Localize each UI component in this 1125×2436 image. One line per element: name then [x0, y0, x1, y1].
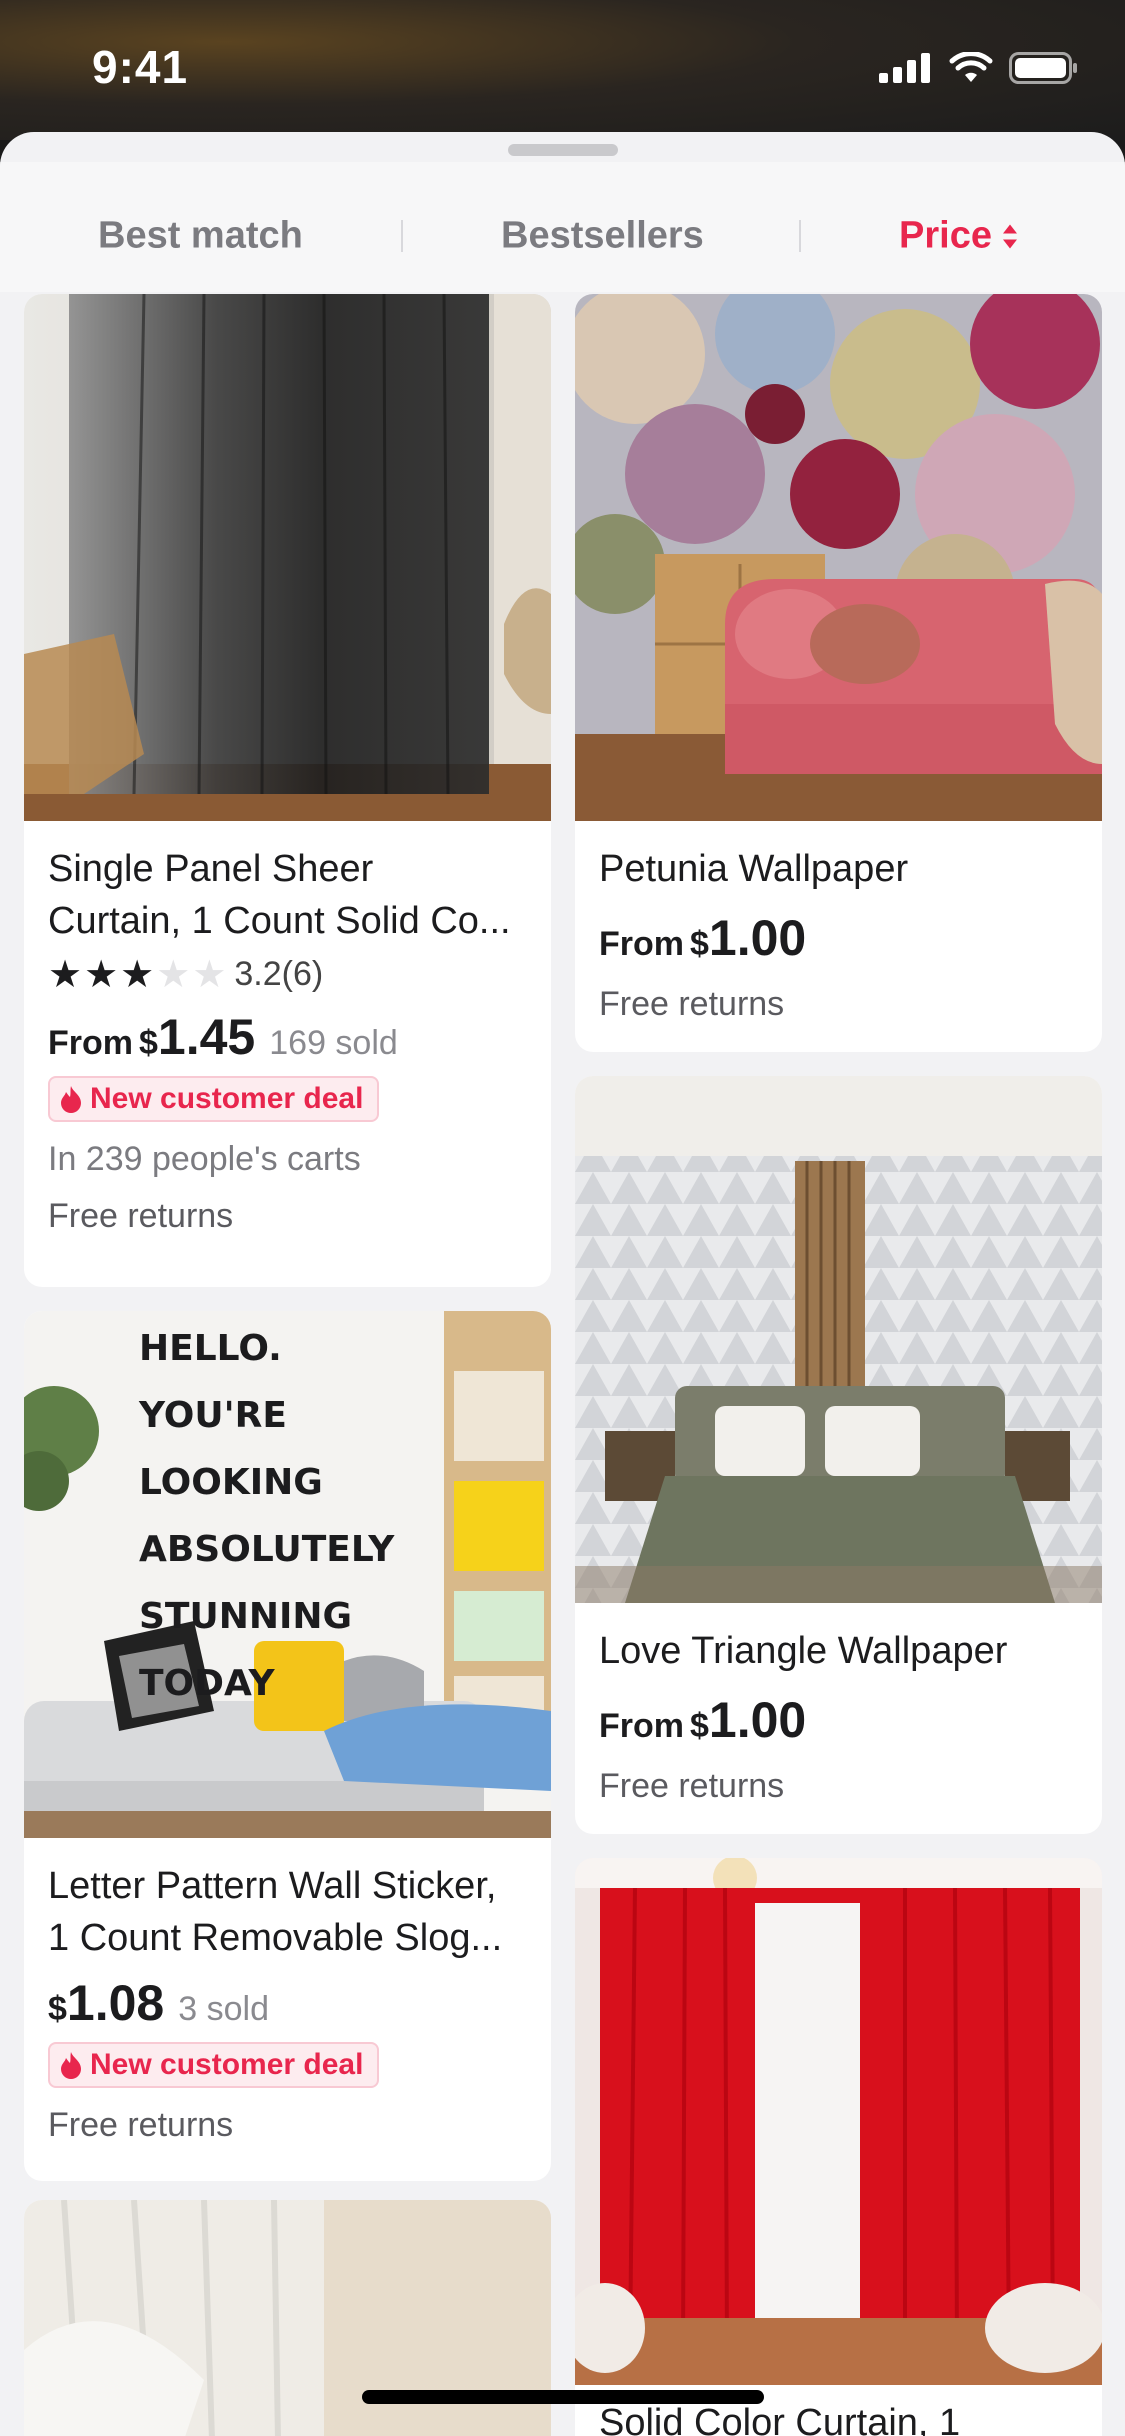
sort-divider [401, 220, 403, 252]
star-filled-icon: ★ [48, 953, 83, 996]
new-customer-deal-badge: New customer deal [48, 1076, 380, 1122]
product-card[interactable]: Petunia Wallpaper From $ 1.00 Free retur… [575, 294, 1102, 1052]
product-card[interactable]: Solid Color Curtain, 1 [575, 1858, 1102, 2436]
new-customer-deal-badge: New customer deal [48, 2042, 380, 2088]
star-empty-icon: ★ [192, 953, 227, 996]
product-card[interactable]: HELLO. YOU'RE LOOKING ABSOLUTELY STUNNIN… [24, 1311, 551, 2181]
price-row: From $ 1.00 [599, 1691, 1078, 1749]
cellular-signal-icon [879, 53, 930, 83]
price: 1.45 [157, 1009, 256, 1065]
product-rating: ★ ★ ★ ★ ★ 3.2 (6) [48, 955, 527, 994]
product-image[interactable] [575, 294, 1102, 821]
rating-value: 3.2 [234, 955, 282, 993]
currency: $ [690, 1707, 709, 1745]
free-returns: Free returns [599, 1767, 785, 1805]
product-title: Love Triangle Wallpaper [599, 1630, 1008, 1672]
flame-icon [61, 2052, 81, 2079]
product-title: Single Panel Sheer [48, 848, 374, 890]
wifi-icon [949, 52, 993, 82]
free-returns: Free returns [48, 1197, 234, 1235]
sort-bar: Best match Bestsellers Price [0, 162, 1125, 292]
price: 1.00 [708, 1692, 807, 1748]
price-prefix: From [599, 925, 684, 963]
tab-price[interactable]: Price [899, 215, 1018, 258]
sold-count: 3 sold [178, 1990, 269, 2028]
review-count: (6) [281, 955, 324, 993]
wall-sticker-text: HELLO. YOU'RE LOOKING ABSOLUTELY STUNNIN… [139, 1328, 395, 1704]
product-card[interactable]: Single Panel Sheer Curtain, 1 Count Soli… [24, 294, 551, 1287]
carts-count: In 239 people's carts [48, 1140, 361, 1178]
sort-arrows-icon [1002, 224, 1017, 248]
currency: $ [48, 1990, 67, 2028]
deal-label: New customer deal [90, 1082, 364, 1115]
star-filled-icon: ★ [120, 953, 155, 996]
sold-count: 169 sold [269, 1024, 398, 1062]
product-image[interactable]: HELLO. YOU'RE LOOKING ABSOLUTELY STUNNIN… [24, 1311, 551, 1838]
product-image[interactable] [24, 294, 551, 821]
price-row: From $ 1.00 [599, 909, 1078, 967]
currency: $ [690, 925, 709, 963]
currency: $ [139, 1024, 158, 1062]
product-card[interactable]: Love Triangle Wallpaper From $ 1.00 Free… [575, 1076, 1102, 1834]
price-row: From $ 1.45 169 sold [48, 1008, 527, 1066]
home-indicator[interactable] [362, 2390, 764, 2404]
price-prefix: From [599, 1707, 684, 1745]
product-title-line-2: 1 Count Removable Slog... [48, 1917, 503, 1959]
system-icons [879, 52, 1079, 84]
sort-divider [799, 220, 801, 252]
product-title-line-2: Curtain, 1 Count Solid Co... [48, 900, 511, 942]
product-image[interactable] [575, 1076, 1102, 1603]
product-title: Petunia Wallpaper [599, 848, 909, 890]
price-row: $ 1.08 3 sold [48, 1974, 527, 2032]
free-returns: Free returns [599, 985, 785, 1023]
product-image[interactable] [575, 1858, 1102, 2385]
tab-bestsellers[interactable]: Bestsellers [501, 215, 704, 258]
tab-best-match[interactable]: Best match [98, 215, 303, 258]
flame-icon [61, 1086, 81, 1113]
results-sheet: Best match Bestsellers Price Single Pane… [0, 132, 1125, 2436]
free-returns: Free returns [48, 2106, 234, 2144]
sheet-grabber[interactable] [508, 144, 618, 156]
deal-label: New customer deal [90, 2048, 364, 2081]
price-prefix: From [48, 1024, 133, 1062]
star-empty-icon: ★ [156, 953, 191, 996]
battery-icon [1009, 52, 1077, 84]
star-filled-icon: ★ [84, 953, 119, 996]
tab-price-label: Price [899, 214, 992, 257]
product-title: Letter Pattern Wall Sticker, [48, 1865, 497, 1907]
status-bar: 9:41 [0, 0, 1125, 140]
price: 1.08 [66, 1975, 165, 2031]
status-time: 9:41 [92, 41, 189, 93]
price: 1.00 [708, 910, 807, 966]
rating-stars: ★ ★ ★ ★ ★ [48, 956, 226, 994]
